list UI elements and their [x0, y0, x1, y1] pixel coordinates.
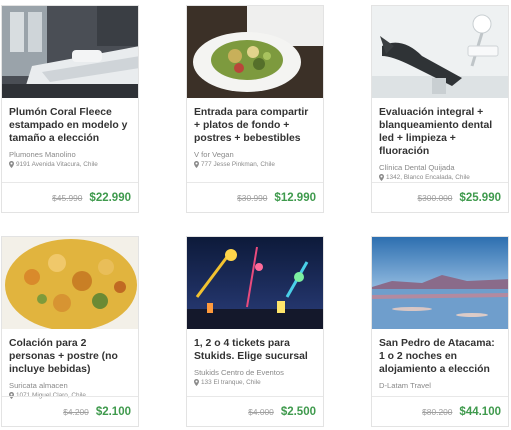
deal-price: $2.500	[280, 405, 316, 418]
old-price: $80.200	[422, 406, 453, 417]
deal-title[interactable]: 1, 2 o 4 tickets para Stukids. Elige suc…	[194, 337, 316, 363]
price-row: $45.990 $22.990	[2, 182, 138, 212]
deal-image-bedroom[interactable]	[2, 6, 138, 98]
merchant-name: Clínica Dental Quijada	[379, 163, 455, 172]
address: 1342, Blanco Encalada, Chile	[379, 173, 501, 182]
price-row: $4.200 $2.100	[2, 396, 138, 426]
old-price: $30.990	[237, 192, 268, 203]
price-row: $30.990 $12.990	[187, 182, 323, 212]
location-pin-icon	[194, 161, 199, 168]
address-text: 1342, Blanco Encalada, Chile	[386, 174, 470, 181]
deal-card[interactable]: Evaluación integral + blanqueamiento den…	[371, 5, 509, 213]
merchant-name: D-Latam Travel	[379, 381, 431, 390]
address: 133 El tranque, Chile	[194, 378, 316, 387]
deal-price: $2.100	[95, 405, 131, 418]
deal-image-dental-chair[interactable]	[372, 6, 508, 98]
location-pin-icon	[194, 379, 199, 386]
deal-price: $12.990	[274, 191, 316, 204]
merchant-name: Plumones Manolino	[9, 150, 76, 159]
old-price: $4.000	[248, 406, 274, 417]
address-text: 133 El tranque, Chile	[201, 379, 261, 386]
old-price: $4.200	[63, 406, 89, 417]
deal-card[interactable]: Plumón Coral Fleece estampado en modelo …	[1, 5, 139, 213]
deal-card[interactable]: Entrada para compartir + platos de fondo…	[186, 5, 324, 213]
merchant-name: V for Vegan	[194, 150, 234, 159]
deal-card[interactable]: 1, 2 o 4 tickets para Stukids. Elige suc…	[186, 236, 324, 427]
deal-title[interactable]: Colación para 2 personas + postre (no in…	[9, 337, 131, 376]
merchant-name: Stukids Centro de Eventos	[194, 368, 284, 377]
price-row: $4.000 $2.500	[187, 396, 323, 426]
old-price: $45.990	[52, 192, 83, 203]
merchant-name: Suricata almacen	[9, 381, 68, 390]
deal-price: $44.100	[459, 405, 501, 418]
deal-price: $22.990	[89, 191, 131, 204]
price-row: $80.200 $44.100	[372, 396, 508, 426]
location-pin-icon	[379, 174, 384, 181]
address: 9191 Avenida Vitacura, Chile	[9, 160, 131, 169]
deal-card[interactable]: San Pedro de Atacama: 1 o 2 noches en al…	[371, 236, 509, 427]
location-pin-icon	[9, 161, 14, 168]
deal-price: $25.990	[459, 191, 501, 204]
address-text: 777 Jesse Pinkman, Chile	[201, 161, 275, 168]
deal-image-amusement-park[interactable]	[187, 237, 323, 329]
price-row: $300.000 $25.990	[372, 182, 508, 212]
deal-title[interactable]: San Pedro de Atacama: 1 o 2 noches en al…	[379, 337, 501, 376]
deal-title[interactable]: Evaluación integral + blanqueamiento den…	[379, 106, 501, 158]
deal-image-desert-lagoon[interactable]	[372, 237, 508, 329]
deal-image-salad[interactable]	[187, 6, 323, 98]
address: 777 Jesse Pinkman, Chile	[194, 160, 316, 169]
deal-title[interactable]: Entrada para compartir + platos de fondo…	[194, 106, 316, 145]
old-price: $300.000	[417, 192, 453, 203]
deal-title[interactable]: Plumón Coral Fleece estampado en modelo …	[9, 106, 131, 145]
deal-image-food-bowl[interactable]	[2, 237, 138, 329]
address-text: 9191 Avenida Vitacura, Chile	[16, 161, 98, 168]
deal-card[interactable]: Colación para 2 personas + postre (no in…	[1, 236, 139, 427]
